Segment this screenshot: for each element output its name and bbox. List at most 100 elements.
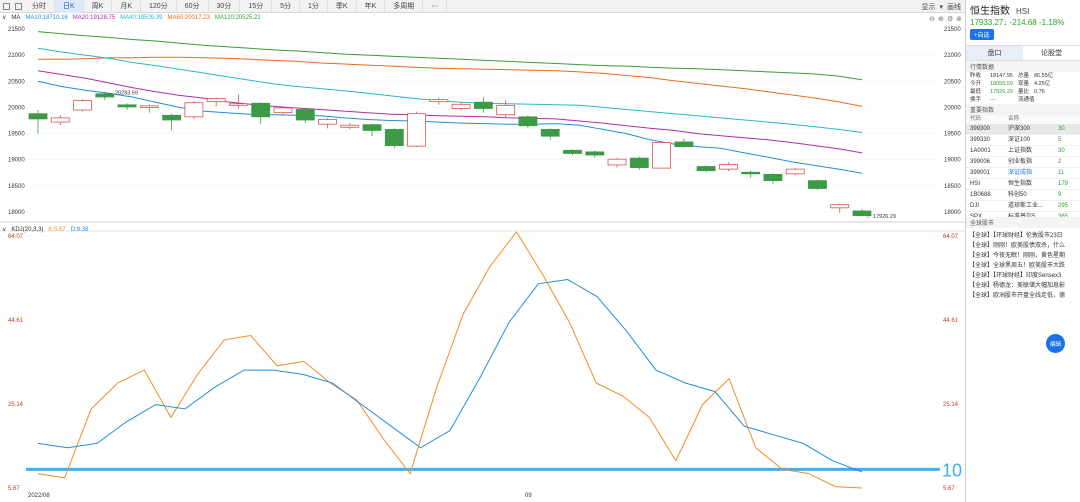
close-icon[interactable]: ⊗	[956, 16, 962, 23]
news-item[interactable]: 【全球】【环球财经】印度Sensex3	[966, 271, 1080, 281]
candle-body	[318, 119, 337, 125]
x-axis-label: 2022/08	[28, 493, 50, 499]
candle-body	[474, 101, 493, 109]
y-tick-left: 18000	[8, 210, 25, 216]
candle-body	[73, 100, 92, 111]
index-val: 179	[1058, 181, 1069, 187]
settings-icon[interactable]: ⚙	[947, 15, 953, 23]
period-tab[interactable]: 分时	[24, 0, 55, 13]
index-row[interactable]: SPX 标准普尔5... 365	[966, 212, 1080, 217]
candle-body	[718, 164, 738, 170]
news-item[interactable]: 【全球】全球黑周五！欧美股市大跌	[966, 261, 1080, 271]
index-val: 11	[1058, 170, 1065, 176]
stock-title: 恒生指数 HSI	[970, 2, 1076, 17]
period-tab[interactable]: 120分	[141, 0, 177, 13]
collapse-icon[interactable]: ∨	[2, 226, 6, 233]
quote-cell: 换手	[970, 97, 982, 103]
period-tab[interactable]: 15分	[240, 0, 273, 13]
collapse-icon[interactable]: ∨	[2, 14, 6, 21]
tab-forum[interactable]: 论股堂	[1023, 46, 1080, 60]
panel-tabs: 盘口 论股堂	[966, 45, 1080, 61]
candle-body	[206, 98, 226, 103]
y-tick-left: 21500	[8, 27, 25, 33]
period-tab[interactable]: 年K	[357, 0, 386, 13]
candle-body	[674, 141, 694, 148]
index-name: 科创50	[1008, 192, 1027, 198]
y-tick-right: 20500	[944, 79, 961, 85]
kdj-indicator-label[interactable]: KDJ(20,3,3)	[11, 227, 43, 233]
kdj-tick-right: 64.07	[943, 234, 959, 240]
quote-row: 今开 18055.59 现量 4.25亿	[966, 80, 1080, 88]
layout-icon[interactable]	[0, 0, 12, 12]
period-tab[interactable]: 60分	[177, 0, 209, 13]
period-tab[interactable]: 日K	[55, 0, 84, 13]
index-code: 399001	[970, 170, 991, 176]
index-val: 30	[1058, 148, 1065, 154]
quote-cell: 总量	[1018, 73, 1030, 79]
quote-row: 最低 17926.29 量比 0.76	[966, 88, 1080, 96]
index-row[interactable]: 1B0688 科创50 9	[966, 190, 1080, 201]
news-item[interactable]: 【全球】刚刚！欧美股债双杀，什么	[966, 241, 1080, 251]
news-item[interactable]: 【全球】【环球财经】伦敦股市23日	[966, 231, 1080, 241]
kdj-tick-left: 5.67	[8, 486, 20, 492]
y-tick-left: 19000	[8, 158, 25, 164]
quote-cell: ---	[990, 97, 996, 103]
kdj-tick-right: 25.14	[943, 402, 959, 408]
index-code: HSI	[970, 181, 981, 187]
edit-button[interactable]: 编辑	[1046, 334, 1065, 353]
index-row[interactable]: DJI 道琼斯工业... 295	[966, 201, 1080, 212]
low-price-label: ← 17926.29	[866, 214, 896, 220]
candle-body	[518, 116, 538, 127]
ma-legend: ∨ MA MA10:18710.16 MA20:19128.75 MA40:1950…	[2, 14, 261, 22]
period-tab[interactable]: 月K	[112, 0, 142, 13]
quote-cell: 量比	[1018, 89, 1030, 95]
show-menu[interactable]: 显示	[921, 2, 935, 12]
period-tab[interactable]: 周K	[84, 0, 113, 13]
index-row[interactable]: 399330 深证100 5	[966, 135, 1080, 146]
index-row[interactable]: 1A0001 上证指数 30	[966, 146, 1080, 157]
index-row[interactable]: HSI 恒生指数 179	[966, 179, 1080, 190]
index-name: 深证100	[1008, 137, 1031, 143]
index-row[interactable]: 399006 创业板指 2	[966, 157, 1080, 168]
kdj-d-label: D:9.38	[70, 226, 89, 233]
panel-toggle-icon[interactable]	[12, 0, 24, 12]
chevron-down-icon[interactable]: ▾	[939, 3, 943, 11]
period-tab[interactable]: 5分	[272, 0, 300, 13]
tab-quote[interactable]: 盘口	[966, 46, 1023, 60]
y-tick-right: 19000	[944, 158, 961, 164]
index-name: 创业板指	[1008, 159, 1033, 165]
y-tick-right: 19500	[944, 132, 961, 138]
period-tab[interactable]: 1分	[300, 0, 328, 13]
index-val: 365	[1058, 214, 1069, 217]
period-tab[interactable]: 30分	[209, 0, 241, 13]
index-row[interactable]: 399001 深证成指 11	[966, 168, 1080, 179]
index-code: 399006	[970, 159, 991, 165]
period-tab[interactable]: ⋯	[423, 0, 448, 13]
news-item[interactable]: 【全球】欧洲股市开盘全线走低，德	[966, 291, 1080, 301]
candle-body	[362, 124, 382, 131]
y-tick-right: 21000	[944, 53, 961, 59]
right-panel: 恒生指数 HSI 17933.27↓ -214.68 -1.18% +自选 盘口…	[965, 0, 1080, 502]
candle-body	[830, 204, 850, 209]
period-tab[interactable]: 季K	[328, 0, 357, 13]
y-tick-right: 20000	[944, 105, 961, 111]
news-section-title: 全球股市	[966, 217, 1080, 228]
news-item[interactable]: 【全球】杨德龙：美联储大幅加息影	[966, 281, 1080, 291]
kline-chart[interactable]: 21500 21500 21000 21000 20500 20500 20000 20000…	[0, 13, 965, 502]
zoom-out-icon[interactable]: ⊖	[929, 16, 935, 23]
candle-body	[429, 99, 449, 103]
y-tick-left: 19500	[8, 132, 25, 138]
index-col-code: 代码	[970, 116, 982, 122]
index-table: 399300 沪深300 30 399330 深证100 5 1A0001 上证指数 30 399…	[966, 124, 1080, 217]
candle-body	[117, 104, 137, 108]
ma-legend-item: MA20:19128.75	[72, 14, 116, 21]
news-item[interactable]: 【全球】今夜无眠！刚刚，黄色星期	[966, 251, 1080, 261]
index-row[interactable]: 399300 沪深300 30	[966, 124, 1080, 135]
period-tab[interactable]: 多周期	[385, 0, 424, 13]
draw-line-button[interactable]: 画线	[947, 2, 961, 12]
candle-body	[139, 105, 159, 108]
y-tick-right: 18000	[944, 210, 961, 216]
zoom-in-icon[interactable]: ⊕	[938, 16, 944, 23]
add-watchlist-button[interactable]: +自选	[970, 29, 994, 40]
ma-indicator-label[interactable]: MA	[11, 15, 20, 21]
